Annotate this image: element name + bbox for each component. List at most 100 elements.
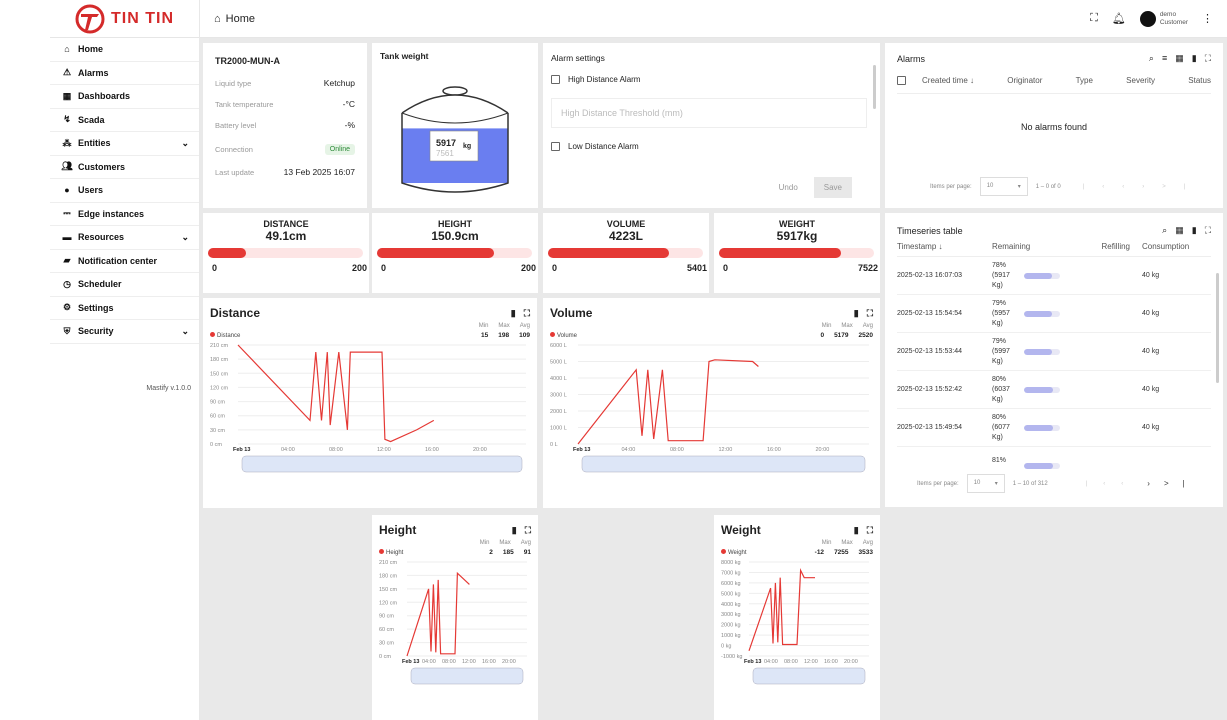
column-header[interactable]: Created time ↓ <box>922 76 974 85</box>
export-icon[interactable]: ▮ <box>512 525 517 536</box>
save-button[interactable]: Save <box>813 177 852 198</box>
table-row[interactable]: 2025-02-13 16:07:03 78% (5917 Kg) 40 kg <box>897 257 1211 295</box>
filter-icon[interactable]: ≡ <box>1162 53 1167 64</box>
sidebar-item-notification-center[interactable]: ▰ Notification center <box>50 250 199 273</box>
breadcrumb[interactable]: ⌂ Home <box>214 13 255 25</box>
sidebar-item-users[interactable]: ● Users <box>50 179 199 203</box>
y-tick-label: 1000 kg <box>721 633 741 639</box>
column-header[interactable]: Type <box>1076 76 1093 85</box>
chevron-down-icon[interactable]: ⌄ <box>181 138 189 149</box>
series-line <box>406 571 470 657</box>
scrollbar[interactable] <box>1216 273 1219 383</box>
high-threshold-input[interactable]: High Distance Threshold (mm) <box>551 98 867 128</box>
select-all-checkbox[interactable] <box>897 76 906 85</box>
column-header[interactable]: Consumption <box>1130 242 1190 251</box>
range-navigator[interactable] <box>410 667 524 685</box>
columns-icon[interactable]: ▦ <box>1175 225 1184 236</box>
more-vert-icon[interactable]: ⋮ <box>1202 12 1213 25</box>
fullscreen-icon[interactable]: ⛶ <box>867 308 873 319</box>
fullscreen-icon[interactable]: ⛶ <box>1205 225 1211 236</box>
ipp-value: 10 <box>973 480 981 486</box>
y-tick-label: 6000 kg <box>721 581 741 587</box>
x-tick-label: 12:00 <box>804 659 818 665</box>
stat-max: 5179 <box>834 332 849 339</box>
timestamp-cell: 2025-02-13 15:49:54 <box>897 424 962 431</box>
search-icon[interactable]: ⌕ <box>1149 53 1154 64</box>
fullscreen-icon[interactable]: ⛶ <box>1205 53 1211 64</box>
sidebar-item-scada[interactable]: ↯ Scada <box>50 109 199 132</box>
sidebar-item-settings[interactable]: ⚙ Settings <box>50 297 199 320</box>
column-header[interactable]: Remaining <box>992 242 1080 251</box>
y-tick-label: 4000 L <box>550 376 567 382</box>
sidebar-item-alarms[interactable]: ⚠ Alarms <box>50 62 199 85</box>
sidebar-item-security[interactable]: ⛨ Security ⌄ <box>50 320 199 344</box>
column-header[interactable]: Timestamp ↓ <box>897 242 992 251</box>
customers-icon: 👥︎ <box>61 161 73 172</box>
sidebar-item-edge-instances[interactable]: ⎓ Edge instances <box>50 203 199 226</box>
export-icon[interactable]: ▮ <box>1192 53 1197 64</box>
sidebar-item-home[interactable]: ⌂ Home <box>50 38 199 62</box>
range-navigator[interactable] <box>752 667 866 685</box>
table-row[interactable]: 2025-02-13 15:52:42 80% (6037 Kg) 40 kg <box>897 371 1211 409</box>
columns-icon[interactable]: ▦ <box>1175 53 1184 64</box>
low-alarm-checkbox[interactable] <box>551 142 560 151</box>
range-navigator[interactable] <box>581 455 866 473</box>
weight-plot[interactable]: 8000 kg 7000 kg 6000 kg 5000 kg 4000 kg 3000 … <box>721 558 873 688</box>
user-menu[interactable]: demo Customer <box>1139 10 1188 27</box>
legend-item[interactable]: Weight <box>721 549 747 556</box>
items-per-page-select[interactable]: 10 ▾ <box>979 177 1028 196</box>
items-per-page-select[interactable]: 10 ▾ <box>966 474 1005 493</box>
distance-plot[interactable]: 210 cm 180 cm 150 cm 120 cm 90 cm 60 cm 30 cm 0… <box>210 341 530 476</box>
scrollbar[interactable] <box>873 65 876 109</box>
column-header[interactable]: Status <box>1188 76 1211 85</box>
table-row[interactable]: 2025-02-13 15:54:54 79% (5957 Kg) 40 kg <box>897 295 1211 333</box>
high-alarm-checkbox[interactable] <box>551 75 560 84</box>
chevron-down-icon[interactable]: ⌄ <box>181 326 189 337</box>
pagination-next-icon[interactable]: ›>| <box>1147 479 1198 488</box>
fullscreen-icon[interactable]: ⛶ <box>1090 12 1098 25</box>
table-row[interactable]: 2025-02-13 15:53:44 79% (5997 Kg) 40 kg <box>897 333 1211 371</box>
remaining-unit: Kg) <box>992 433 1003 441</box>
column-header[interactable]: Refilling <box>1080 242 1130 251</box>
table-row[interactable]: 2025-02-13 15:49:54 80% (6077 Kg) 40 kg <box>897 409 1211 447</box>
legend-item[interactable]: Height <box>379 549 403 556</box>
gauge-value: 49.1cm <box>265 229 307 243</box>
chevron-down-icon[interactable]: ⌄ <box>181 232 189 243</box>
fullscreen-icon[interactable]: ⛶ <box>867 525 873 536</box>
sidebar-item-resources[interactable]: ▬ Resources ⌄ <box>50 226 199 250</box>
height-plot[interactable]: 210 cm 180 cm 150 cm 120 cm 90 cm 60 cm 30 cm 0… <box>379 558 531 688</box>
x-tick-label: 08:00 <box>670 447 684 453</box>
sidebar-item-scheduler[interactable]: ◷ Scheduler <box>50 273 199 297</box>
column-header[interactable]: Severity <box>1126 76 1155 85</box>
export-icon[interactable]: ▮ <box>1192 225 1197 236</box>
ipp-value: 10 <box>986 183 994 189</box>
legend-item[interactable]: Volume <box>550 332 577 339</box>
gauge-bar <box>719 248 874 258</box>
bell-icon[interactable]: 🔔︎ <box>1112 12 1126 25</box>
search-icon[interactable]: ⌕ <box>1162 225 1167 236</box>
update-label: Last update <box>215 167 255 177</box>
fullscreen-icon[interactable]: ⛶ <box>525 525 531 536</box>
sidebar-item-customers[interactable]: 👥︎ Customers <box>50 156 199 179</box>
pagination-icon[interactable]: |‹‹›>| <box>1083 184 1204 190</box>
sidebar-item-dashboards[interactable]: ▦ Dashboards <box>50 85 199 109</box>
stat-avg: 109 <box>519 332 530 339</box>
brand-logo[interactable]: TIN TIN <box>50 0 199 38</box>
undo-button[interactable]: Undo <box>779 183 798 192</box>
export-icon[interactable]: ▮ <box>511 308 516 319</box>
export-icon[interactable]: ▮ <box>854 308 859 319</box>
x-tick-label: 16:00 <box>425 447 439 453</box>
gauge-min: 0 <box>212 263 218 273</box>
fullscreen-icon[interactable]: ⛶ <box>524 308 530 319</box>
legend-item[interactable]: Distance <box>210 332 240 339</box>
gauge-min: 0 <box>381 263 387 273</box>
column-header[interactable]: Originator <box>1007 76 1042 85</box>
sidebar-item-entities[interactable]: ⁂ Entities ⌄ <box>50 132 199 156</box>
volume-plot[interactable]: 6000 L 5000 L 4000 L 3000 L 2000 L 1000 L 0 L F… <box>550 341 873 476</box>
range-navigator[interactable] <box>241 455 523 473</box>
gauge-weight: WEIGHT 5917kg 0 7522 <box>714 213 880 293</box>
table-row[interactable]: 81% <box>897 447 1211 474</box>
remaining-kg: (5997 <box>992 347 1010 355</box>
pagination-prev-icon[interactable]: |‹‹ <box>1086 481 1140 487</box>
export-icon[interactable]: ▮ <box>854 525 859 536</box>
